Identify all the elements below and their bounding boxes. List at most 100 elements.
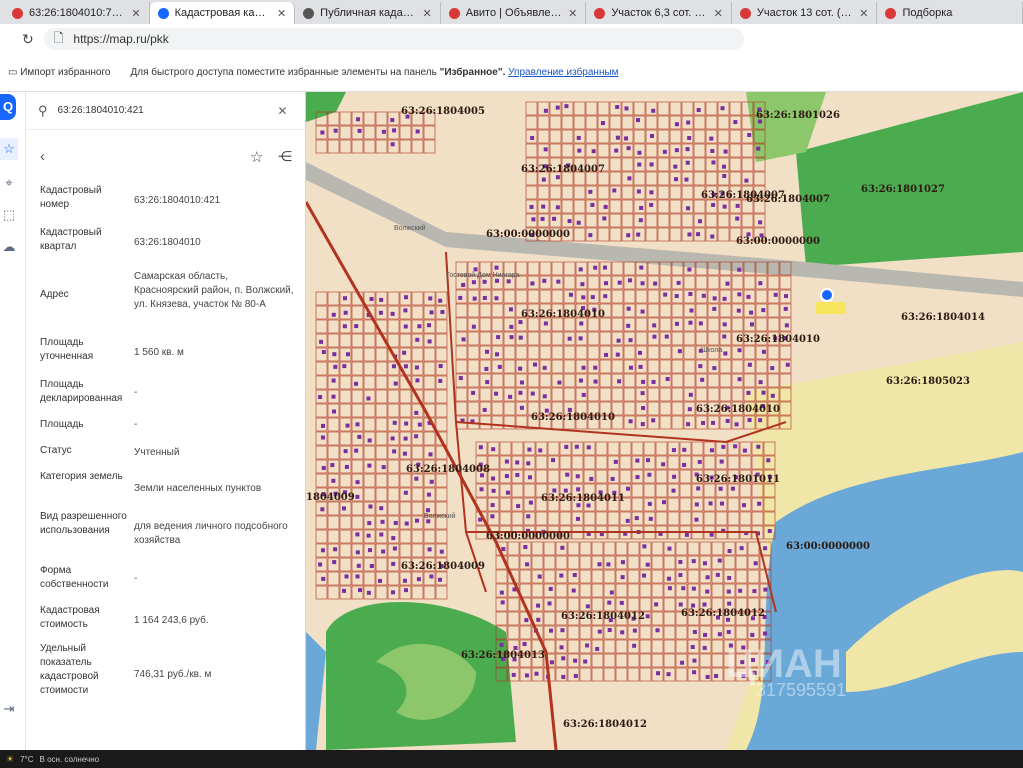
browser-tab-active[interactable]: Кадастровая карта Россия ✕ xyxy=(149,2,296,24)
land-parcel[interactable] xyxy=(631,483,644,498)
land-parcel[interactable] xyxy=(411,431,424,446)
land-parcel[interactable] xyxy=(363,347,376,362)
land-parcel[interactable] xyxy=(573,115,586,130)
land-parcel[interactable] xyxy=(633,115,646,130)
land-parcel[interactable] xyxy=(561,199,574,214)
land-parcel[interactable] xyxy=(479,359,492,374)
land-parcel[interactable] xyxy=(619,441,632,456)
land-parcel[interactable] xyxy=(491,415,504,430)
land-parcel[interactable] xyxy=(651,569,664,584)
land-parcel[interactable] xyxy=(411,291,424,306)
land-parcel[interactable] xyxy=(639,625,652,640)
land-parcel[interactable] xyxy=(455,373,468,388)
land-parcel[interactable] xyxy=(663,611,676,626)
land-parcel[interactable] xyxy=(663,625,676,640)
land-parcel[interactable] xyxy=(399,501,412,516)
land-parcel[interactable] xyxy=(525,185,538,200)
land-parcel[interactable] xyxy=(707,317,720,332)
land-parcel[interactable] xyxy=(591,597,604,612)
land-parcel[interactable] xyxy=(351,139,364,154)
land-parcel[interactable] xyxy=(327,319,340,334)
land-parcel[interactable] xyxy=(399,585,412,600)
tab-close-icon[interactable]: ✕ xyxy=(714,7,723,20)
land-parcel[interactable] xyxy=(747,541,760,556)
land-parcel[interactable] xyxy=(487,511,500,526)
land-parcel[interactable] xyxy=(731,359,744,374)
land-parcel[interactable] xyxy=(711,583,724,598)
land-parcel[interactable] xyxy=(693,129,706,144)
land-parcel[interactable] xyxy=(435,403,448,418)
layers-icon[interactable]: ☁ xyxy=(0,236,18,258)
land-parcel[interactable] xyxy=(599,331,612,346)
land-parcel[interactable] xyxy=(387,319,400,334)
land-parcel[interactable] xyxy=(363,361,376,376)
land-parcel[interactable] xyxy=(611,289,624,304)
land-parcel[interactable] xyxy=(703,511,716,526)
selected-parcel-marker[interactable] xyxy=(820,288,834,302)
land-parcel[interactable] xyxy=(491,317,504,332)
land-parcel[interactable] xyxy=(579,555,592,570)
land-parcel[interactable] xyxy=(621,115,634,130)
land-parcel[interactable] xyxy=(595,511,608,526)
land-parcel[interactable] xyxy=(539,373,552,388)
map-canvas[interactable]: 63:26:1804005 63:26:1801026 63:26:1804007 6… xyxy=(306,92,1023,750)
land-parcel[interactable] xyxy=(729,129,742,144)
land-parcel[interactable] xyxy=(705,129,718,144)
land-parcel[interactable] xyxy=(351,501,364,516)
land-parcel[interactable] xyxy=(711,653,724,668)
land-parcel[interactable] xyxy=(655,483,668,498)
land-parcel[interactable] xyxy=(611,387,624,402)
land-parcel[interactable] xyxy=(339,403,352,418)
land-parcel[interactable] xyxy=(583,455,596,470)
land-parcel[interactable] xyxy=(351,403,364,418)
land-parcel[interactable] xyxy=(423,431,436,446)
land-parcel[interactable] xyxy=(559,511,572,526)
land-parcel[interactable] xyxy=(693,143,706,158)
land-parcel[interactable] xyxy=(663,653,676,668)
land-parcel[interactable] xyxy=(717,171,730,186)
land-parcel[interactable] xyxy=(739,483,752,498)
land-parcel[interactable] xyxy=(695,275,708,290)
land-parcel[interactable] xyxy=(683,331,696,346)
land-parcel[interactable] xyxy=(619,455,632,470)
land-parcel[interactable] xyxy=(535,455,548,470)
land-parcel[interactable] xyxy=(619,511,632,526)
land-parcel[interactable] xyxy=(647,415,660,430)
land-parcel[interactable] xyxy=(747,569,760,584)
land-parcel[interactable] xyxy=(387,459,400,474)
land-parcel[interactable] xyxy=(671,401,684,416)
land-parcel[interactable] xyxy=(657,199,670,214)
land-parcel[interactable] xyxy=(675,667,688,682)
land-parcel[interactable] xyxy=(607,441,620,456)
land-parcel[interactable] xyxy=(411,445,424,460)
land-parcel[interactable] xyxy=(387,333,400,348)
land-parcel[interactable] xyxy=(635,289,648,304)
land-parcel[interactable] xyxy=(735,569,748,584)
land-parcel[interactable] xyxy=(563,373,576,388)
land-parcel[interactable] xyxy=(455,387,468,402)
land-parcel[interactable] xyxy=(503,401,516,416)
land-parcel[interactable] xyxy=(753,171,766,186)
land-parcel[interactable] xyxy=(615,667,628,682)
land-parcel[interactable] xyxy=(515,289,528,304)
land-parcel[interactable] xyxy=(691,441,704,456)
land-parcel[interactable] xyxy=(603,625,616,640)
land-parcel[interactable] xyxy=(659,359,672,374)
land-parcel[interactable] xyxy=(573,227,586,242)
land-parcel[interactable] xyxy=(563,387,576,402)
land-parcel[interactable] xyxy=(363,445,376,460)
land-parcel[interactable] xyxy=(423,139,436,154)
land-parcel[interactable] xyxy=(549,185,562,200)
land-parcel[interactable] xyxy=(743,345,756,360)
land-parcel[interactable] xyxy=(327,417,340,432)
land-parcel[interactable] xyxy=(351,361,364,376)
land-parcel[interactable] xyxy=(681,213,694,228)
land-parcel[interactable] xyxy=(741,171,754,186)
url-text[interactable]: https://map.ru/pkk xyxy=(73,32,168,46)
land-parcel[interactable] xyxy=(339,473,352,488)
pin-tool-icon[interactable]: ⌖ xyxy=(0,172,18,194)
land-parcel[interactable] xyxy=(647,359,660,374)
clear-search-icon[interactable]: ✕ xyxy=(278,104,288,118)
land-parcel[interactable] xyxy=(743,275,756,290)
land-parcel[interactable] xyxy=(537,101,550,116)
